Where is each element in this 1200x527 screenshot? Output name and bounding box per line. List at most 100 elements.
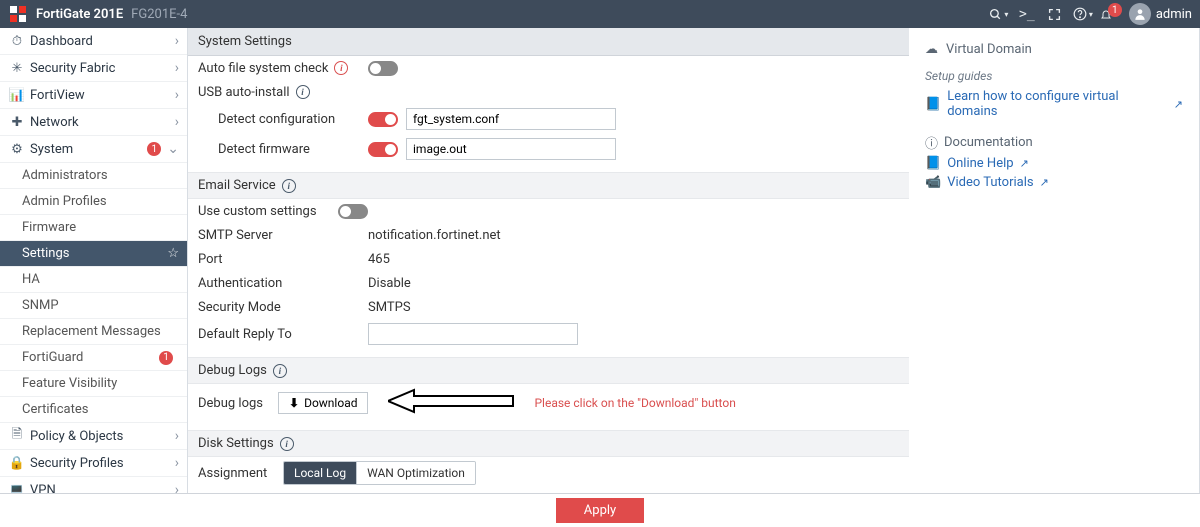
debug-logs-label: Debug logs — [198, 396, 278, 411]
row-detect-firmware: Detect firmware — [188, 134, 909, 164]
vdom-link[interactable]: 📘Learn how to configure virtual domains↗ — [925, 89, 1183, 119]
assignment-segmented: Local Log WAN Optimization — [283, 461, 476, 485]
smtp-server-label: SMTP Server — [198, 228, 368, 243]
username[interactable]: admin — [1156, 7, 1192, 22]
detect-firmware-input[interactable] — [406, 138, 616, 160]
row-auto-fs-check: Auto file system check i — [188, 56, 909, 80]
row-smtp-server: SMTP Server notification.fortinet.net — [188, 223, 909, 247]
auto-fs-check-label: Auto file system check — [198, 61, 328, 76]
video-tutorials-link[interactable]: 📹Video Tutorials↗ — [925, 175, 1183, 190]
reply-to-label: Default Reply To — [198, 327, 368, 342]
info-icon[interactable]: i — [280, 437, 294, 451]
nav-settings[interactable]: Settings☆ — [0, 241, 187, 267]
cli-icon[interactable]: >_ — [1016, 3, 1038, 25]
fabric-icon: ✳ — [10, 61, 24, 75]
port-label: Port — [198, 252, 368, 267]
assignment-local-log[interactable]: Local Log — [284, 462, 356, 484]
auth-label: Authentication — [198, 276, 368, 291]
system-badge: 1 — [147, 142, 161, 156]
search-icon[interactable] — [988, 3, 1010, 25]
nav-fortiview[interactable]: 📊FortiView› — [0, 82, 187, 109]
nav-ha[interactable]: HA — [0, 267, 187, 293]
dashboard-icon: ⏱ — [10, 34, 24, 48]
apply-button[interactable]: Apply — [556, 498, 644, 523]
nav-dashboard[interactable]: ⏱Dashboard› — [0, 28, 187, 55]
bell-icon[interactable]: 1 — [1100, 3, 1122, 25]
auth-value: Disable — [368, 276, 899, 291]
disk-settings-title: Disk Settingsi — [188, 430, 909, 457]
gear-icon: ⚙ — [10, 142, 24, 156]
nav-administrators[interactable]: Administrators — [0, 163, 187, 189]
chevron-right-icon: › — [175, 60, 179, 76]
download-button[interactable]: ⬇Download — [278, 392, 368, 414]
star-icon[interactable]: ☆ — [167, 246, 179, 261]
nav-network[interactable]: ✚Network› — [0, 109, 187, 136]
info-icon[interactable]: i — [296, 85, 310, 99]
row-secmode: Security Mode SMTPS — [188, 295, 909, 319]
nav-fortiguard[interactable]: FortiGuard1 — [0, 345, 187, 371]
sidebar: ⏱Dashboard› ✳Security Fabric› 📊FortiView… — [0, 28, 188, 527]
chevron-right-icon: › — [175, 428, 179, 444]
row-detect-config: Detect configuration — [188, 104, 909, 134]
row-auth: Authentication Disable — [188, 271, 909, 295]
port-value: 465 — [368, 252, 899, 267]
email-service-title: Email Servicei — [188, 172, 909, 199]
nav-admin-profiles[interactable]: Admin Profiles — [0, 189, 187, 215]
fortiguard-badge: 1 — [159, 351, 173, 365]
right-panel: ☁Virtual Domain Setup guides 📘Learn how … — [909, 28, 1199, 527]
row-use-custom: Use custom settings — [188, 199, 909, 223]
nav-security-fabric[interactable]: ✳Security Fabric› — [0, 55, 187, 82]
detect-config-input[interactable] — [406, 108, 616, 130]
nav-replacement-messages[interactable]: Replacement Messages — [0, 319, 187, 345]
help-icon[interactable] — [1072, 3, 1094, 25]
detect-config-label: Detect configuration — [198, 112, 368, 127]
use-custom-toggle[interactable] — [338, 204, 368, 219]
external-link-icon: ↗ — [1040, 176, 1049, 189]
nav-snmp[interactable]: SNMP — [0, 293, 187, 319]
secmode-label: Security Mode — [198, 300, 368, 315]
auto-fs-check-toggle[interactable] — [368, 61, 398, 76]
external-link-icon: ↗ — [1174, 98, 1183, 111]
chevron-right-icon: › — [175, 33, 179, 49]
hostname: FG201E-4 — [131, 7, 187, 22]
book-icon: 📘 — [925, 156, 941, 171]
nav-policy-objects[interactable]: 🗎Policy & Objects› — [0, 423, 187, 450]
user-avatar-icon[interactable] — [1129, 3, 1151, 25]
nav-security-profiles[interactable]: 🔒Security Profiles› — [0, 450, 187, 477]
annotation-arrow-icon — [388, 388, 518, 418]
row-reply-to: Default Reply To — [188, 319, 909, 349]
info-icon[interactable]: i — [334, 61, 348, 75]
reply-to-input[interactable] — [368, 323, 578, 345]
vdom-heading: ☁Virtual Domain — [925, 42, 1183, 57]
assignment-wan-opt[interactable]: WAN Optimization — [356, 462, 475, 484]
nav-firmware[interactable]: Firmware — [0, 215, 187, 241]
nav-feature-visibility[interactable]: Feature Visibility — [0, 371, 187, 397]
fortinet-logo-icon — [8, 4, 28, 24]
network-icon: ✚ — [10, 115, 24, 129]
online-help-link[interactable]: 📘Online Help↗ — [925, 156, 1183, 171]
secmode-value: SMTPS — [368, 300, 899, 315]
assignment-label: Assignment — [198, 466, 283, 481]
topbar: FortiGate 201E FG201E-4 >_ 1 admin — [0, 0, 1200, 28]
usb-auto-install-label: USB auto-install — [198, 85, 290, 100]
chevron-right-icon: › — [175, 455, 179, 471]
row-usb-auto-install: USB auto-install i — [188, 80, 909, 104]
download-icon: ⬇ — [289, 396, 299, 410]
row-debug-logs: Debug logs ⬇Download Please click on the… — [188, 384, 909, 422]
detect-config-toggle[interactable] — [368, 112, 398, 127]
product-name: FortiGate 201E — [36, 7, 123, 22]
page-title: System Settings — [188, 28, 909, 56]
setup-guides-label: Setup guides — [925, 69, 1183, 83]
nav-system[interactable]: ⚙System1⌄ — [0, 136, 187, 163]
cloud-icon: ☁ — [925, 42, 938, 57]
detect-firmware-toggle[interactable] — [368, 142, 398, 157]
fortiview-icon: 📊 — [10, 88, 24, 102]
help-icon: ⓘ — [925, 133, 938, 152]
info-icon[interactable]: i — [273, 364, 287, 378]
debug-logs-title: Debug Logsi — [188, 357, 909, 384]
annotation-text: Please click on the "Download" button — [534, 396, 735, 410]
nav-certificates[interactable]: Certificates — [0, 397, 187, 423]
main-content: System Settings Auto file system checki … — [188, 28, 909, 527]
info-icon[interactable]: i — [282, 179, 296, 193]
fullscreen-icon[interactable] — [1044, 3, 1066, 25]
